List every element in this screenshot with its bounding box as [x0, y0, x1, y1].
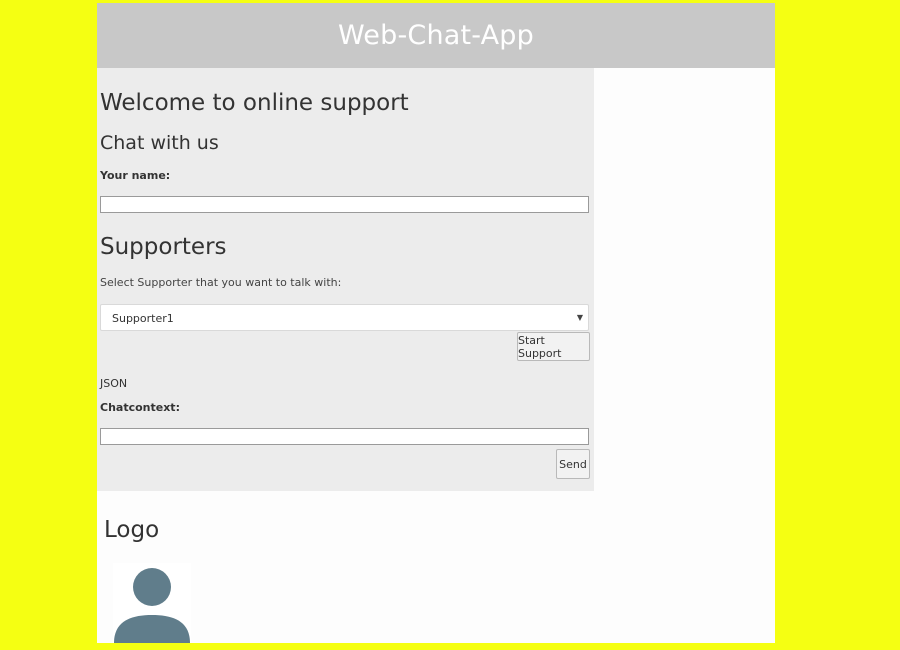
avatar-graphic	[114, 568, 190, 643]
name-label: Your name:	[100, 169, 171, 182]
avatar-head	[133, 568, 171, 606]
avatar-body	[114, 615, 190, 643]
chatcontext-input[interactable]	[100, 428, 589, 445]
user-avatar-icon	[113, 563, 191, 643]
chevron-down-icon: ▼	[576, 313, 583, 322]
select-supporter-label: Select Supporter that you want to talk w…	[100, 276, 342, 289]
app-title: Web-Chat-App	[337, 20, 534, 51]
supporter-select[interactable]: Supporter1 ▼	[100, 304, 589, 331]
start-support-button[interactable]: Start Support	[517, 332, 590, 361]
page-container: Web-Chat-App Welcome to online support C…	[97, 3, 775, 643]
logo-heading: Logo	[104, 517, 160, 543]
chat-heading: Chat with us	[100, 132, 219, 154]
app-header: Web-Chat-App	[97, 3, 775, 68]
name-input[interactable]	[100, 196, 589, 213]
welcome-heading: Welcome to online support	[100, 90, 409, 116]
send-button[interactable]: Send	[556, 449, 590, 479]
chatcontext-label: Chatcontext:	[100, 401, 180, 414]
json-label: JSON	[100, 377, 128, 390]
supporters-heading: Supporters	[100, 234, 227, 260]
support-panel: Welcome to online support Chat with us Y…	[97, 68, 594, 491]
supporter-select-value: Supporter1	[112, 312, 174, 325]
